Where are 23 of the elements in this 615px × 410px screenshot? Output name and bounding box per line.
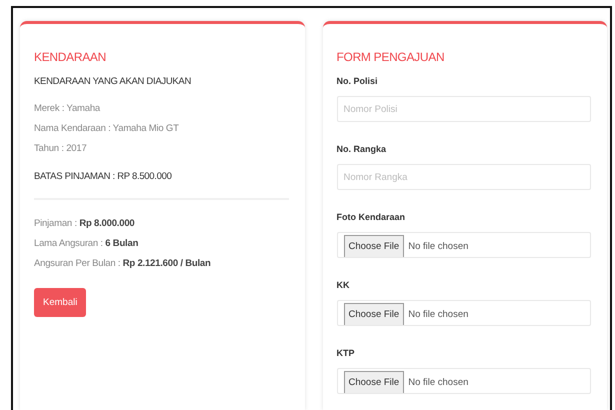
- detail-text: Merek : Yamaha: [34, 102, 102, 116]
- loan-detail-text: Angsuran Per Bulan : Rp 2.121.600 / Bulan: [34, 257, 212, 271]
- section-heading: KENDARAAN YANG AKAN DIAJUKAN: [34, 76, 192, 87]
- choose-file-button[interactable]: Choose File: [344, 303, 404, 325]
- input-field[interactable]: Nomor Rangka: [336, 164, 591, 190]
- field-label: KK: [336, 280, 350, 290]
- loan-limit-text: BATAS PINJAMAN : RP 8.500.000: [34, 171, 173, 182]
- field-label: Foto Kendaraan: [336, 212, 406, 222]
- card-title: KENDARAAN: [34, 50, 107, 64]
- detail-text: Tahun : 2017: [34, 142, 88, 156]
- field-label: KTP: [336, 348, 356, 358]
- choose-file-button[interactable]: Choose File: [344, 371, 404, 393]
- choose-file-button[interactable]: Choose File: [344, 235, 404, 257]
- field-label: No. Rangka: [336, 144, 388, 154]
- file-status-text: No file chosen: [408, 308, 468, 322]
- field-label: No. Polisi: [336, 76, 379, 86]
- file-status-text: No file chosen: [408, 240, 468, 254]
- loan-detail-text: Lama Angsuran : 6 Bulan: [34, 237, 140, 251]
- file-status-text: No file chosen: [408, 376, 468, 390]
- loan-detail-text: Pinjaman : Rp 8.000.000: [34, 217, 136, 231]
- card-title: FORM PENGAJUAN: [336, 50, 446, 64]
- detail-text: Nama Kendaraan : Yamaha Mio GT: [34, 122, 180, 136]
- input-field[interactable]: Nomor Polisi: [336, 96, 591, 122]
